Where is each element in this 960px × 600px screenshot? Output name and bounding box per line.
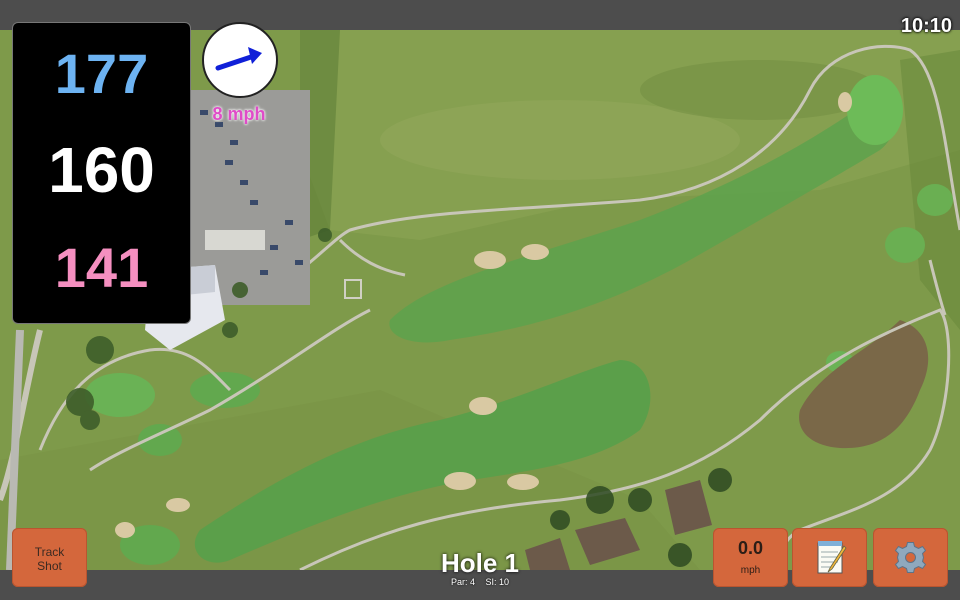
wind-arrow-icon [215, 47, 262, 71]
track-shot-label: Track Shot [12, 545, 87, 573]
back-distance: 177 [54, 42, 149, 105]
track-shot-label-line2: Shot [37, 559, 62, 573]
clock: 10:10 [900, 15, 952, 37]
front-distance: 141 [54, 236, 149, 299]
wind-indicator [202, 22, 278, 98]
hole-stroke-index: SI: 10 [485, 577, 510, 587]
speed-value: 0.0 [737, 538, 764, 558]
track-shot-button[interactable]: Track Shot [12, 528, 87, 587]
middle-distance: 160 [48, 134, 155, 206]
settings-button[interactable] [873, 528, 948, 587]
notepad-icon [817, 541, 847, 574]
gear-icon [894, 542, 927, 573]
hole-info: Par: 4 SI: 10 [380, 577, 580, 587]
wind-speed: 8 mph [212, 104, 266, 124]
hole-par: Par: 4 [450, 577, 475, 587]
speed-button[interactable]: 0.0 mph [713, 528, 788, 587]
track-shot-label-line1: Track [34, 545, 65, 559]
speed-unit: mph [740, 565, 761, 576]
notes-button[interactable] [792, 528, 867, 587]
hole-title: Hole 1 [440, 548, 520, 578]
distance-panel: 177 160 141 [12, 22, 191, 324]
